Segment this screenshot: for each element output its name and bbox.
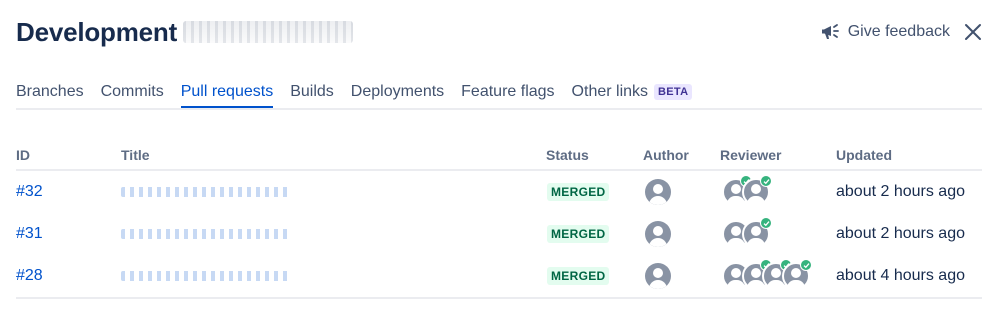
tab-feature-flags[interactable]: Feature flags — [461, 78, 554, 106]
page-title: Development — [16, 16, 178, 47]
table-row: #32 MERGED about 2 hours ago — [16, 171, 982, 213]
column-header-status: Status — [546, 146, 589, 163]
table-row: #28 MERGED about 4 hours ago — [16, 255, 982, 297]
close-icon — [964, 23, 982, 41]
status-badge: MERGED — [547, 267, 610, 285]
approved-check-icon — [760, 175, 772, 187]
reviewer-avatar[interactable] — [742, 217, 772, 248]
pr-id-link[interactable]: #31 — [16, 225, 121, 243]
tab-label: Branches — [16, 83, 84, 100]
reviewer-avatar[interactable] — [782, 259, 812, 290]
give-feedback-button[interactable]: Give feedback — [820, 22, 950, 42]
reviewer-avatars — [722, 175, 836, 206]
tab-bar: Branches Commits Pull requests Builds De… — [16, 78, 982, 110]
author-cell — [643, 221, 720, 247]
reviewer-avatars — [722, 217, 836, 248]
tab-branches[interactable]: Branches — [16, 78, 84, 106]
pr-title-link[interactable] — [121, 226, 546, 242]
pr-id-link[interactable]: #28 — [16, 267, 121, 285]
column-header-updated: Updated — [836, 146, 892, 163]
pr-title-link[interactable] — [121, 268, 546, 284]
tab-label: Other links — [571, 83, 649, 100]
tab-deployments[interactable]: Deployments — [351, 78, 444, 106]
column-header-author: Author — [643, 146, 689, 163]
status-cell: MERGED — [546, 267, 643, 285]
tab-label: Builds — [290, 83, 334, 100]
approved-check-icon — [760, 217, 772, 229]
pr-title-redacted — [121, 187, 289, 197]
tab-builds[interactable]: Builds — [290, 78, 334, 106]
table-body: #32 MERGED about 2 hours ago #31 MERGED … — [16, 171, 982, 299]
pr-title-redacted — [121, 271, 289, 281]
header-actions: Give feedback — [820, 21, 984, 43]
tab-pull-requests[interactable]: Pull requests — [180, 78, 274, 108]
megaphone-icon — [820, 22, 842, 42]
table-header-row: ID Title Status Author Reviewer Updated — [16, 140, 982, 171]
status-badge: MERGED — [547, 225, 610, 243]
status-cell: MERGED — [546, 225, 643, 243]
column-header-title: Title — [121, 146, 150, 163]
tab-label: Feature flags — [461, 83, 555, 100]
tab-label: Deployments — [350, 83, 445, 100]
pull-requests-table: ID Title Status Author Reviewer Updated … — [16, 140, 982, 299]
reviewer-avatar[interactable] — [742, 175, 772, 206]
updated-time: about 4 hours ago — [836, 267, 965, 284]
reviewer-avatars — [722, 259, 836, 290]
column-header-reviewer: Reviewer — [720, 146, 782, 163]
author-avatar[interactable] — [645, 179, 671, 205]
updated-time: about 2 hours ago — [836, 225, 965, 242]
status-cell: MERGED — [546, 183, 643, 201]
author-avatar[interactable] — [645, 221, 671, 247]
pr-id-link[interactable]: #32 — [16, 183, 121, 201]
give-feedback-label: Give feedback — [847, 23, 950, 40]
tab-commits[interactable]: Commits — [101, 78, 164, 106]
tab-other-links[interactable]: Other links BETA — [572, 78, 693, 106]
author-cell — [643, 263, 720, 289]
author-cell — [643, 179, 720, 205]
author-avatar[interactable] — [645, 263, 671, 289]
tab-label: Commits — [100, 83, 164, 100]
title-redacted-text — [183, 21, 354, 43]
tab-label: Pull requests — [180, 83, 274, 100]
approved-check-icon — [800, 259, 812, 271]
status-badge: MERGED — [547, 183, 610, 201]
pr-title-redacted — [121, 229, 289, 239]
table-row: #31 MERGED about 2 hours ago — [16, 213, 982, 255]
column-header-id: ID — [16, 146, 30, 163]
panel-header: Development Give feedback — [16, 14, 984, 50]
close-button[interactable] — [962, 21, 984, 43]
pr-title-link[interactable] — [121, 184, 546, 200]
beta-badge: BETA — [654, 84, 693, 100]
updated-time: about 2 hours ago — [836, 183, 965, 200]
